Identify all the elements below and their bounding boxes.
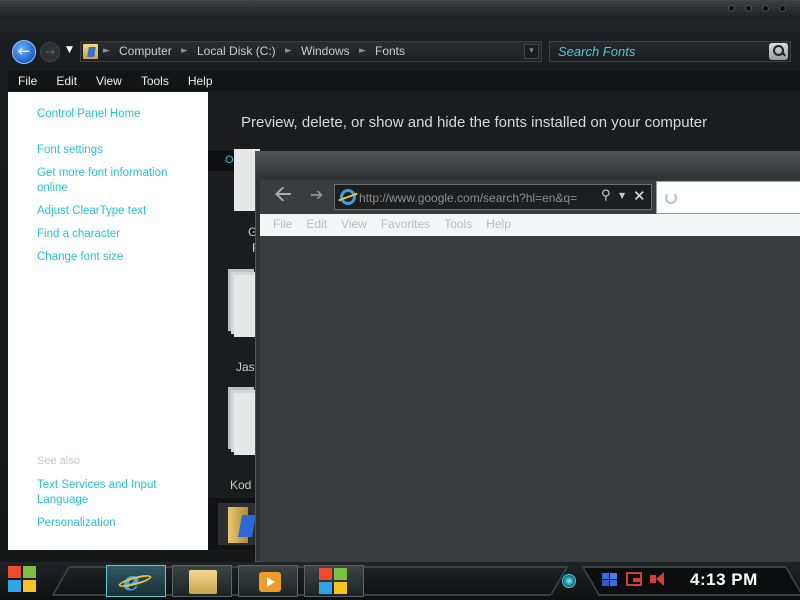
cleartype-link[interactable]: Adjust ClearType text [37,204,197,219]
menu-edit[interactable]: Edit [46,71,86,91]
ie-forward-button[interactable]: ➔ [310,186,323,204]
address-dropdown-button[interactable]: ▾ [524,44,539,59]
font-tile-label[interactable]: Kod [230,478,251,492]
windows-logo-icon [8,566,38,594]
media-player-icon [259,572,281,592]
ie-menu-favorites[interactable]: Favorites [368,214,430,236]
ie-menu-help[interactable]: Help [473,214,511,236]
address-bar[interactable]: ► Computer ► Local Disk (C:) ► Windows ►… [80,41,542,62]
fonts-folder-icon [218,503,260,545]
chevron-down-icon[interactable]: ▼ [619,191,625,200]
chevron-right-icon[interactable]: ► [181,46,188,56]
volume-icon[interactable] [650,572,666,586]
ie-menu-file[interactable]: File [260,214,292,236]
close-button[interactable] [779,5,786,12]
find-character-link[interactable]: Find a character [37,227,197,242]
recent-pages-dropdown[interactable]: ▼ [66,45,73,55]
folder-icon [189,570,217,594]
see-also-label: See also [37,455,80,467]
forward-button[interactable]: → [40,42,60,62]
arrow-left-icon: ← [17,42,31,60]
taskbar-ie-button[interactable]: e [106,565,166,597]
back-button[interactable]: ← [12,40,36,64]
search-icon[interactable] [769,43,788,60]
system-clock[interactable]: 4:13 PM [690,570,758,590]
fonts-folder-icon [83,44,98,59]
ie-page-content[interactable] [260,236,800,563]
task-pane: Control Panel Home Font settings Get mor… [8,92,208,550]
chevron-right-icon[interactable]: ► [359,46,366,56]
taskbar-media-player-button[interactable] [238,565,298,597]
ie-tab[interactable] [656,181,800,214]
explorer-title-bar[interactable] [0,1,800,19]
menu-help[interactable]: Help [178,71,222,91]
minimize-button[interactable] [728,5,735,12]
ie-menu-edit[interactable]: Edit [293,214,327,236]
window-controls [728,5,786,12]
menu-file[interactable]: File [8,71,46,91]
chevron-right-icon[interactable]: ► [103,46,110,56]
taskbar-windows-button[interactable] [304,565,364,597]
arrow-right-icon: → [44,45,56,59]
font-settings-link[interactable]: Font settings [37,143,197,158]
taskbar: e 4:13 PM [0,562,800,600]
search-box[interactable] [549,41,791,62]
ie-title-bar[interactable] [256,152,800,180]
show-desktop-orb[interactable] [562,574,576,588]
search-icon[interactable]: ⚲ [601,188,611,203]
ie-menu-tools[interactable]: Tools [431,214,472,236]
url-input[interactable] [359,190,597,206]
ie-navigation-bar: 🡨 ➔ ⚲ ▼ ✕ [260,180,800,214]
breadcrumb-windows[interactable]: Windows [301,44,350,58]
search-input[interactable] [558,43,758,60]
ie-menu-view[interactable]: View [328,214,367,236]
more-font-info-link[interactable]: Get more font information online [37,166,197,196]
breadcrumb-local-disk[interactable]: Local Disk (C:) [197,44,276,58]
menu-view[interactable]: View [86,71,131,91]
ie-logo-icon [340,189,356,205]
ie-address-bar[interactable]: ⚲ ▼ ✕ [334,184,652,210]
windows-logo-icon [319,568,349,596]
network-icon[interactable] [626,572,642,586]
ie-window: 🡨 ➔ ⚲ ▼ ✕ File Edit View Favorites Tools… [255,151,800,563]
loading-spinner-icon [665,192,677,204]
chevron-right-icon[interactable]: ► [285,46,292,56]
breadcrumb-fonts[interactable]: Fonts [375,44,405,58]
maximize-button[interactable] [745,5,752,12]
start-button[interactable] [8,566,42,596]
menu-tools[interactable]: Tools [131,71,178,91]
restore-button[interactable] [762,5,769,12]
control-panel-home-link[interactable]: Control Panel Home [37,107,197,122]
ie-back-button[interactable]: 🡨 [274,184,292,206]
action-center-flag-icon[interactable] [602,572,618,586]
breadcrumb-computer[interactable]: Computer [119,44,172,58]
page-description: Preview, delete, or show and hide the fo… [241,114,708,131]
personalization-link[interactable]: Personalization [37,516,197,531]
change-font-size-link[interactable]: Change font size [37,250,197,265]
taskbar-explorer-button[interactable] [172,565,232,597]
stop-icon[interactable]: ✕ [633,187,646,205]
explorer-menu-bar: File Edit View Tools Help [8,71,800,91]
ie-menu-bar: File Edit View Favorites Tools Help [260,214,800,236]
text-services-link[interactable]: Text Services and Input Language [37,478,197,508]
font-tile-label[interactable]: Jas [236,360,255,374]
